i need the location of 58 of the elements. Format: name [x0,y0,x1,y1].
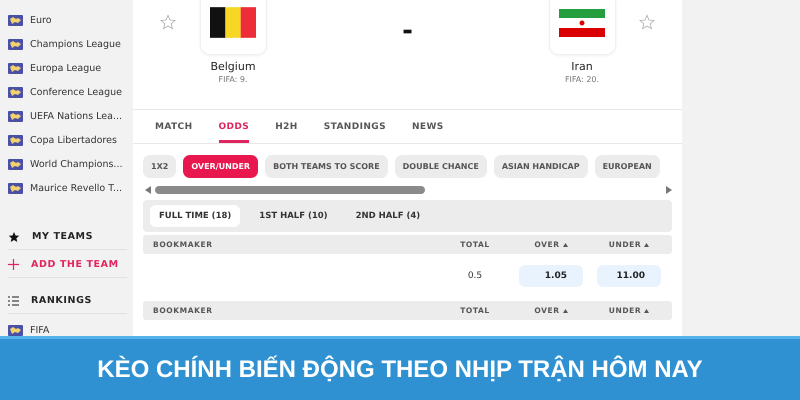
team-name[interactable]: Belgium [210,60,256,73]
league-link[interactable]: World Champions... [30,158,122,170]
total-cell-text: 0.5 [466,271,484,281]
period-tab[interactable]: 2ND HALF (4) [346,205,430,227]
market-chip[interactable]: 1X2 [143,155,176,178]
section-title: RANKINGS [31,295,92,306]
sort-caret-icon[interactable] [562,242,568,246]
league-icon [8,62,23,74]
star-icon[interactable] [639,14,655,30]
plus-icon [8,259,19,270]
league-icon [8,86,23,98]
odds-button[interactable]: 11.00 [597,265,661,287]
league-link[interactable]: Copa Libertadores [30,134,117,146]
league-link[interactable]: Europa League [30,62,102,74]
league-icon [8,38,23,50]
sort-caret-icon[interactable] [562,308,568,312]
belgium-flag-icon [210,7,256,38]
star-icon[interactable] [160,14,176,30]
star-icon [8,230,20,242]
league-link[interactable]: Maurice Revello T... [30,182,122,194]
banner-text: KÈO CHÍNH BIẾN ĐỘNG THEO NHỊP TRẬN HÔM NAY [97,356,703,384]
section-title: MY TEAMS [32,231,94,242]
league-icon [8,324,23,336]
league-link[interactable]: Euro [30,14,52,26]
league-link[interactable]: Conference League [30,86,122,98]
match-tab[interactable]: H2H [275,110,298,143]
scrollbar-thumb[interactable] [155,186,425,194]
league-icon [8,14,23,26]
league-icon [8,110,23,122]
fifa-ranking: FIFA: 9. [218,75,248,84]
market-chip[interactable]: OVER/UNDER [183,155,258,178]
add-team-link[interactable]: ADD THE TEAM [31,259,119,270]
iran-flag-icon [559,8,605,36]
period-tab[interactable]: 1ST HALF (10) [250,205,337,227]
scroll-right-icon[interactable] [666,186,672,194]
match-tab[interactable]: ODDS [218,110,250,143]
list-icon [8,296,19,306]
sort-caret-icon[interactable] [644,308,650,312]
league-icon [8,134,23,146]
fifa-ranking: FIFA: 20. [564,75,600,84]
match-score: - [402,16,413,46]
market-chip[interactable]: EUROPEAN [594,155,660,178]
odds-button[interactable]: 1.05 [519,265,583,287]
league-icon [8,182,23,194]
period-tab[interactable]: FULL TIME (18) [150,205,240,227]
match-tab[interactable]: NEWS [412,110,444,143]
market-chip[interactable]: ASIAN HANDICAP [494,155,588,178]
market-chip[interactable]: DOUBLE CHANCE [394,155,487,178]
match-tab[interactable]: STANDINGS [324,110,386,143]
match-tab[interactable]: MATCH [155,110,192,143]
team-name[interactable]: Iran [571,60,593,73]
scroll-left-icon[interactable] [145,186,151,194]
ranking-link[interactable]: FIFA [30,324,50,336]
sort-caret-icon[interactable] [644,242,650,246]
market-chip[interactable]: BOTH TEAMS TO SCORE [265,155,388,178]
league-link[interactable]: Champions League [30,38,121,50]
league-link[interactable]: UEFA Nations Lea... [30,110,122,122]
league-icon [8,158,23,170]
